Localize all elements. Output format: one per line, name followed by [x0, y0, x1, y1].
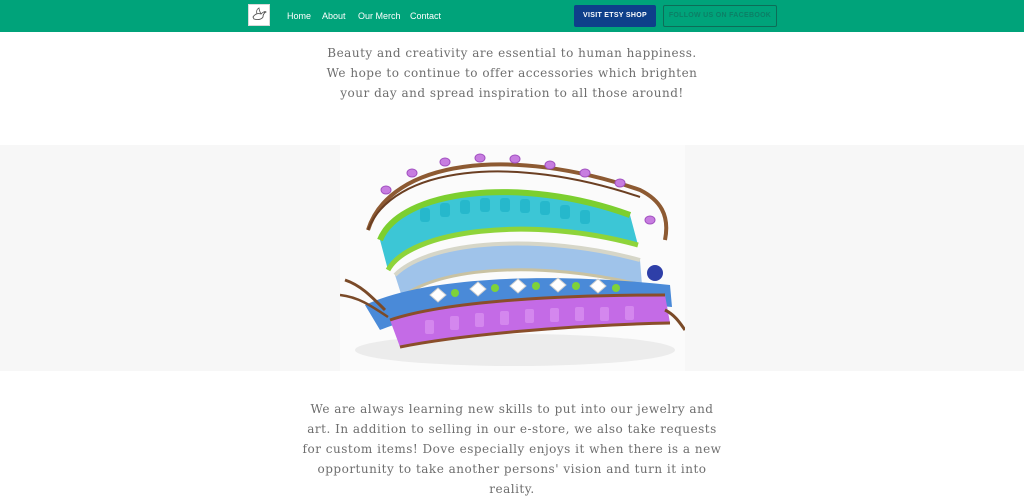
dove-logo-icon[interactable]	[248, 4, 270, 26]
closing-paragraph: We are always learning new skills to put…	[302, 402, 722, 496]
nav-our-merch-link[interactable]: Our Merch	[358, 10, 401, 22]
follow-facebook-button[interactable]: FOLLOW US ON FACEBOOK	[663, 5, 777, 27]
intro-section: Beauty and creativity are essential to h…	[0, 43, 1024, 103]
visit-etsy-shop-button[interactable]: VISIT ETSY SHOP	[574, 5, 656, 27]
beaded-bracelet-photo	[340, 145, 685, 371]
nav-contact-link[interactable]: Contact	[410, 10, 441, 22]
nav-about-link[interactable]: About	[322, 10, 346, 22]
top-navbar: Home About Our Merch Contact VISIT ETSY …	[0, 0, 1024, 32]
closing-section: We are always learning new skills to put…	[0, 399, 1024, 499]
bracelet-illustration	[340, 153, 685, 366]
intro-paragraph: Beauty and creativity are essential to h…	[326, 46, 698, 100]
nav-home-link[interactable]: Home	[287, 10, 311, 22]
